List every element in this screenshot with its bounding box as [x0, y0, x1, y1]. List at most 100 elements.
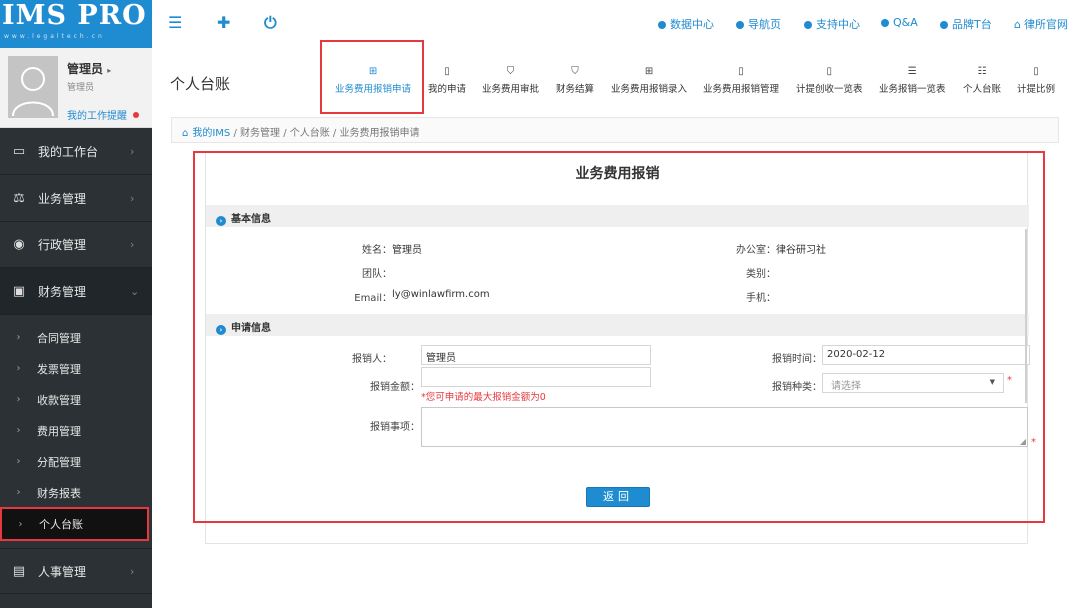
top-link-nav-page[interactable]: 导航页 [736, 16, 781, 32]
caret-right-icon: ▸ [107, 66, 112, 75]
toolbar-label: 业务报销一览表 [879, 84, 946, 95]
sidebar-item-label: 财务管理 [38, 284, 87, 299]
pie-chart-icon [940, 21, 948, 29]
angle-right-icon: › [16, 363, 21, 374]
submenu-label: 财务报表 [37, 486, 81, 500]
user-name-menu[interactable]: 管理员 ▸ [67, 60, 111, 77]
sidebar-item-business[interactable]: ⚖ 业务管理 › [0, 176, 152, 222]
angle-right-icon: › [16, 332, 21, 343]
file-text-icon: ▯ [1033, 66, 1039, 77]
toolbar-label: 财务结算 [556, 84, 595, 95]
top-link-label: 导航页 [748, 18, 781, 31]
menu-toggle-icon[interactable]: ☰ [168, 13, 182, 32]
top-link-label: Q&A [893, 16, 918, 29]
plus-square-icon: ⊞ [368, 66, 378, 77]
top-link-data-center[interactable]: 数据中心 [658, 16, 714, 32]
user-role: 管理员 [67, 83, 95, 93]
toolbar-accrual-list[interactable]: ▯ 计提创收一览表 [796, 66, 863, 95]
submenu-item-report[interactable]: › 财务报表 [0, 477, 152, 508]
sidebar-item-label: 业务管理 [38, 192, 87, 206]
top-bar: ☰ ✚ ⏻ 数据中心 导航页 支持中心 Q&A 品牌T台 ⌂ 律所官网 [152, 0, 1080, 46]
submenu-label: 收款管理 [37, 393, 81, 407]
avatar[interactable] [8, 56, 58, 118]
submenu-label: 发票管理 [37, 362, 81, 376]
angle-right-icon: › [18, 518, 23, 530]
submenu-item-expense[interactable]: › 费用管理 [0, 415, 152, 446]
toolbar-label: 业务费用审批 [482, 84, 540, 95]
top-link-label: 品牌T台 [952, 18, 992, 31]
breadcrumb-home[interactable]: 我的IMS [192, 128, 230, 139]
breadcrumb: ⌂ 我的IMS / 财务管理 / 个人台账 / 业务费用报销申请 [171, 117, 1059, 143]
sidebar-item-finance[interactable]: ▣ 财务管理 ⌄ [0, 268, 152, 315]
file-icon: ▯ [444, 66, 450, 77]
sidebar-item-workbench[interactable]: ▭ 我的工作台 › [0, 129, 152, 175]
sidebar-item-label: 我的工作台 [38, 145, 99, 159]
work-reminder-link[interactable]: 我的工作提醒 [67, 107, 139, 122]
toolbar-my-applications[interactable]: ▯ 我的申请 [428, 66, 466, 95]
top-link-qa[interactable]: Q&A [881, 16, 918, 29]
toolbar-label: 个人台账 [963, 84, 1002, 95]
home-icon: ⌂ [1014, 18, 1021, 31]
question-icon [881, 19, 889, 27]
toolbar-label: 业务费用报销录入 [611, 84, 688, 95]
toolbar-label: 业务费用报销管理 [703, 84, 780, 95]
top-link-label: 律所官网 [1023, 18, 1068, 31]
submenu-label: 费用管理 [37, 424, 81, 438]
home-icon: ⌂ [182, 128, 189, 139]
sidebar: IMS PRO www.legaltech.cn 管理员 ▸ 管理员 我的工作提… [0, 0, 152, 608]
submenu-label: 分配管理 [37, 455, 81, 469]
logo-url: www.legaltech.cn [4, 33, 105, 40]
chevron-right-icon: › [130, 192, 135, 205]
angle-right-icon: › [16, 487, 21, 498]
top-link-website[interactable]: ⌂ 律所官网 [1014, 16, 1068, 32]
chevron-right-icon: › [130, 564, 135, 578]
sidebar-item-label: 人事管理 [38, 564, 87, 579]
chevron-right-icon: › [130, 145, 135, 158]
laptop-icon: ▭ [12, 144, 26, 159]
form-highlight-frame [193, 151, 1045, 523]
chevron-right-icon: › [130, 238, 135, 251]
toolbar-label: 业务费用报销申请 [335, 84, 412, 95]
sidebar-item-hr[interactable]: ▤ 人事管理 › [0, 548, 152, 594]
file-text-icon: ▯ [826, 66, 833, 77]
toolbar-label: 计提创收一览表 [796, 84, 863, 95]
user-name: 管理员 [67, 62, 104, 76]
toolbar-expense-apply[interactable]: ⊞ 业务费用报销申请 [335, 66, 411, 95]
notification-dot [133, 112, 139, 118]
angle-right-icon: › [16, 425, 21, 436]
toolbar-expense-manage[interactable]: ▯ 业务费用报销管理 [703, 66, 779, 95]
logo[interactable]: IMS PRO www.legaltech.cn [0, 0, 152, 48]
breadcrumb-path: / 财务管理 / 个人台账 / 业务费用报销申请 [230, 128, 420, 139]
toolbar-accrual-ratio[interactable]: ▯ 计提比例 [1017, 66, 1055, 95]
sliders-icon: ☷ [977, 66, 987, 77]
logo-text: IMS PRO [2, 0, 147, 31]
work-reminder-label: 我的工作提醒 [67, 111, 127, 122]
server-icon: ☰ [907, 66, 917, 77]
toolbar-label: 计提比例 [1017, 84, 1056, 95]
toolbar-expense-approval[interactable]: ⛉ 业务费用审批 [482, 66, 539, 95]
toolbar-settlement[interactable]: ⛉ 财务结算 [556, 66, 594, 95]
plus-icon[interactable]: ✚ [217, 13, 230, 32]
shield-icon: ⛉ [571, 66, 579, 77]
submenu-item-contract[interactable]: › 合同管理 [0, 322, 152, 353]
top-link-support[interactable]: 支持中心 [804, 16, 860, 32]
submenu-label: 合同管理 [37, 331, 81, 345]
support-icon [804, 21, 812, 29]
top-link-brand[interactable]: 品牌T台 [940, 16, 992, 32]
power-icon[interactable]: ⏻ [264, 13, 277, 33]
toolbar-personal-ledger[interactable]: ☷ 个人台账 [963, 66, 1001, 95]
toolbar-label: 我的申请 [428, 84, 467, 95]
sidebar-item-admin[interactable]: ◉ 行政管理 › [0, 222, 152, 268]
submenu-item-personal-ledger[interactable]: › 个人台账 [0, 507, 149, 541]
chevron-down-icon: ⌄ [130, 284, 140, 298]
submenu-item-allocation[interactable]: › 分配管理 [0, 446, 152, 477]
plus-square-icon: ⊞ [644, 66, 654, 77]
submenu-item-receipt[interactable]: › 收款管理 [0, 384, 152, 415]
main-content: ☰ ✚ ⏻ 数据中心 导航页 支持中心 Q&A 品牌T台 ⌂ 律所官网 个人台账 … [152, 0, 1080, 608]
angle-right-icon: › [16, 394, 21, 405]
submenu-item-invoice[interactable]: › 发票管理 [0, 353, 152, 384]
shield-icon: ⛉ [506, 66, 515, 77]
top-link-label: 支持中心 [816, 18, 860, 31]
toolbar-expense-list[interactable]: ☰ 业务报销一览表 [879, 66, 946, 95]
toolbar-expense-entry[interactable]: ⊞ 业务费用报销录入 [611, 66, 687, 95]
